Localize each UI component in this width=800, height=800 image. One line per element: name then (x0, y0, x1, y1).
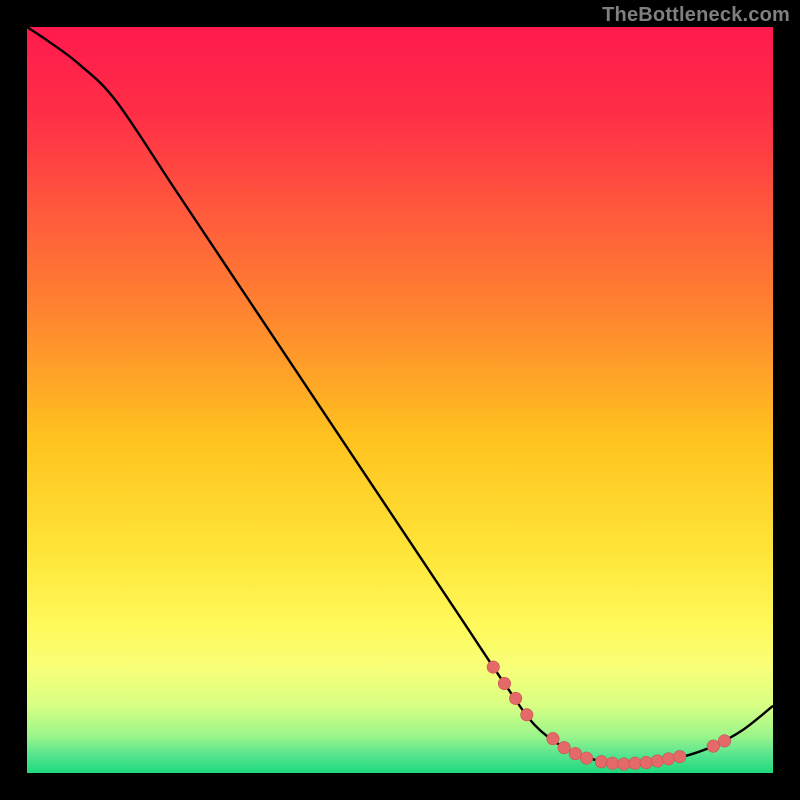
data-marker (595, 756, 607, 768)
data-marker (558, 741, 570, 753)
data-marker (662, 753, 674, 765)
chart-frame: TheBottleneck.com (0, 0, 800, 800)
data-marker (618, 758, 630, 770)
data-marker (498, 677, 510, 689)
data-marker (718, 735, 730, 747)
plot-area (27, 27, 773, 773)
data-marker (547, 732, 559, 744)
data-marker (629, 757, 641, 769)
data-marker (509, 692, 521, 704)
data-marker (640, 756, 652, 768)
data-marker (580, 752, 592, 764)
gradient-background (27, 27, 773, 773)
watermark-text: TheBottleneck.com (602, 4, 790, 27)
data-marker (569, 747, 581, 759)
bottleneck-curve-chart (27, 27, 773, 773)
data-marker (521, 709, 533, 721)
data-marker (606, 757, 618, 769)
data-marker (674, 750, 686, 762)
data-marker (487, 661, 499, 673)
data-marker (707, 740, 719, 752)
data-marker (651, 755, 663, 767)
